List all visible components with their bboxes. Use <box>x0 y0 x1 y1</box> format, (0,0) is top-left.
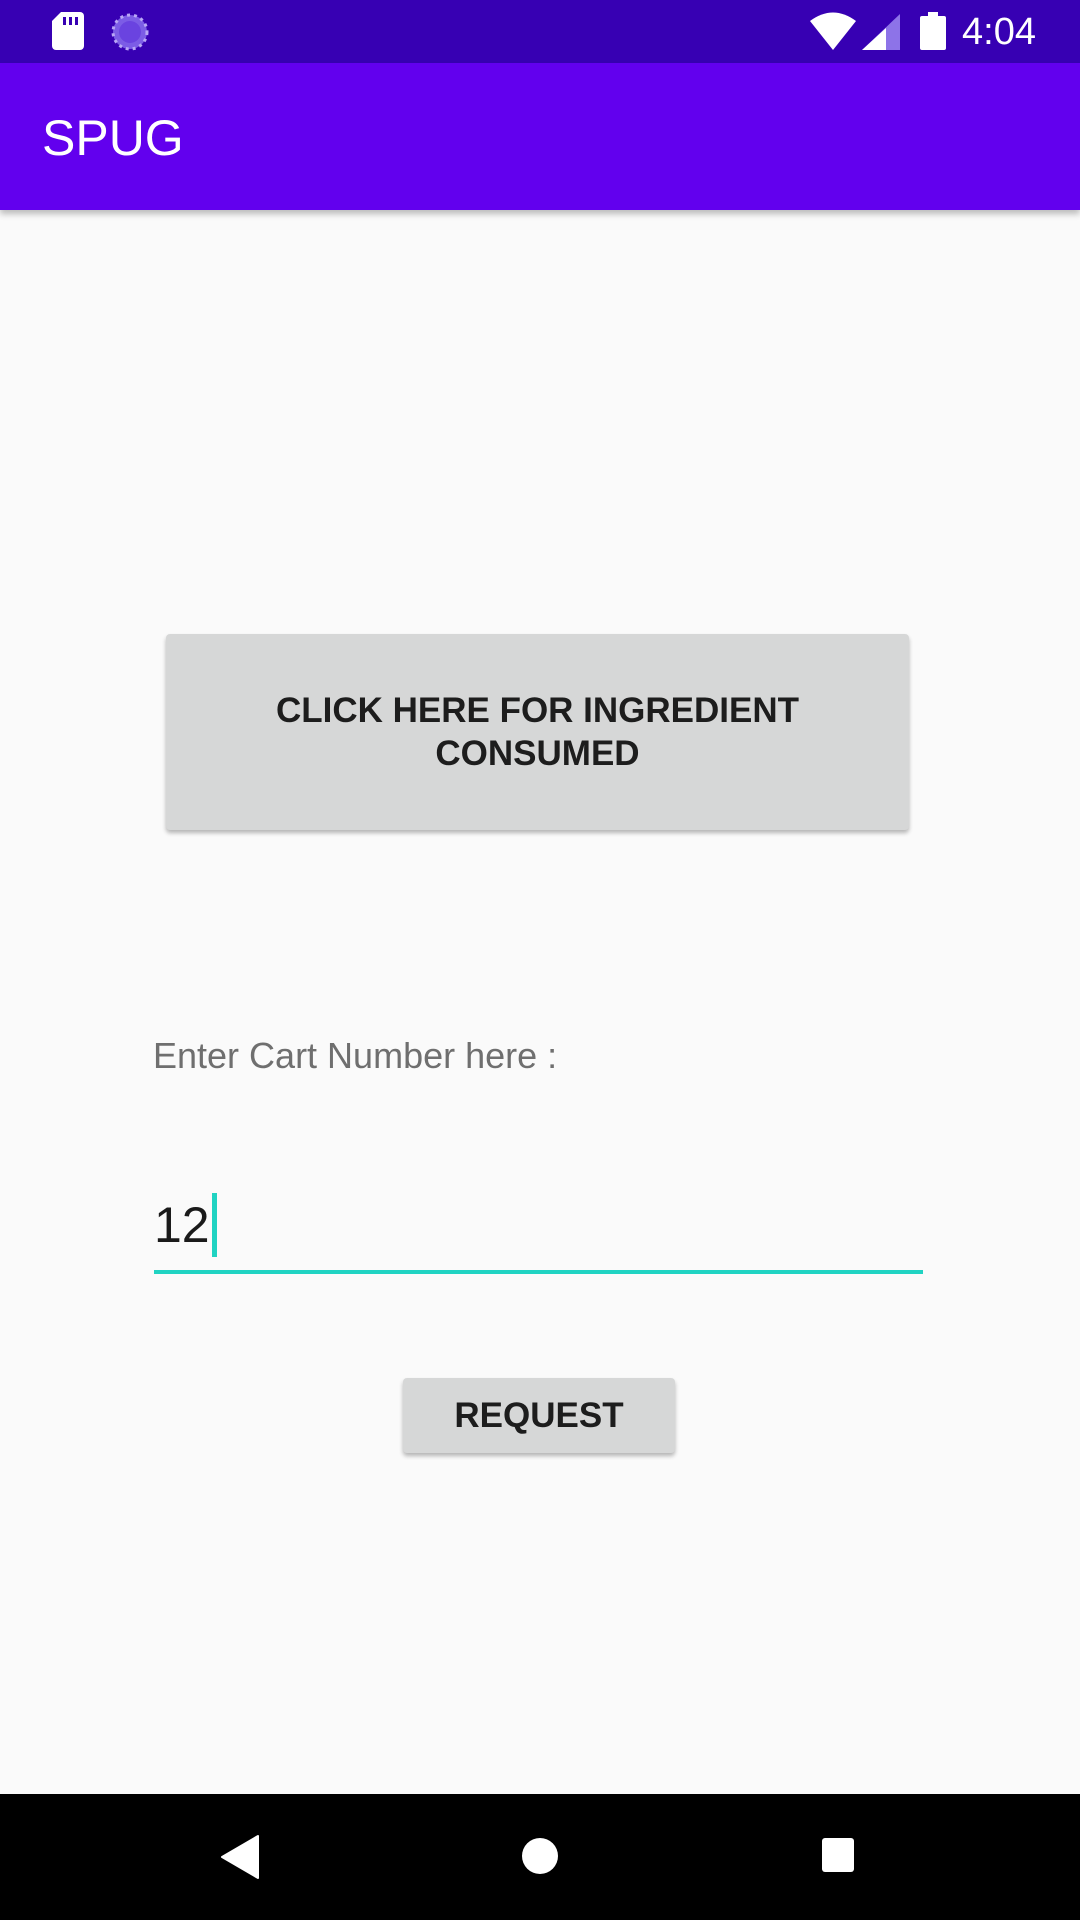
request-button[interactable]: REQUEST <box>403 1378 675 1453</box>
input-underline <box>154 1270 923 1274</box>
cart-number-value: 12 <box>154 1197 210 1253</box>
app-title: SPUG <box>42 110 184 166</box>
screen: 4:04 SPUG CLICK HERE FOR INGREDIENT CONS… <box>0 0 1080 1920</box>
cart-number-input[interactable]: 12 <box>154 1190 217 1260</box>
back-icon[interactable] <box>220 1834 260 1880</box>
recents-icon[interactable] <box>822 1838 854 1872</box>
wifi-icon <box>810 12 856 50</box>
signal-icon <box>862 14 900 50</box>
home-icon[interactable] <box>521 1837 559 1875</box>
battery-icon <box>920 12 946 50</box>
app-bar: SPUG <box>0 63 1080 210</box>
status-bar: 4:04 <box>0 0 1080 63</box>
clock: 4:04 <box>962 11 1036 53</box>
cart-number-label: Enter Cart Number here : <box>153 1035 558 1076</box>
cart-number-field[interactable]: 12 <box>154 1190 923 1276</box>
sync-icon <box>111 13 149 51</box>
navigation-bar <box>0 1794 1080 1920</box>
sd-card-icon <box>52 12 84 50</box>
text-caret <box>211 1193 217 1257</box>
ingredient-consumed-button[interactable]: CLICK HERE FOR INGREDIENT CONSUMED <box>166 634 909 830</box>
